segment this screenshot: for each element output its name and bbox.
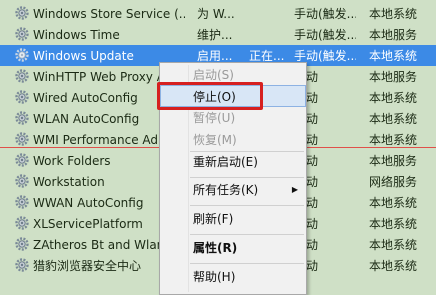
menu-item-label: 帮助(H) bbox=[193, 270, 236, 284]
service-logon-as: 网络服务 bbox=[369, 175, 418, 189]
service-startup-type: 手动(触发... bbox=[294, 28, 356, 42]
service-name: Windows Store Service (... bbox=[33, 7, 185, 21]
menu-item-label: 属性(R) bbox=[193, 241, 238, 255]
service-startup-type: 手动(触发... bbox=[294, 49, 356, 63]
service-logon-as: 本地系统 bbox=[369, 217, 418, 231]
annotation-highlight-box bbox=[157, 82, 263, 110]
menu-item-label: 恢复(M) bbox=[193, 133, 237, 147]
menu-separator bbox=[190, 263, 304, 264]
menu-separator bbox=[190, 234, 304, 235]
gear-icon bbox=[15, 27, 29, 41]
menu-separator bbox=[190, 205, 304, 206]
service-name: Windows Time bbox=[33, 28, 120, 42]
service-logon-as: 本地服务 bbox=[369, 28, 418, 42]
service-startup-type: 手动(触发... bbox=[294, 7, 356, 21]
service-description: 为 W... bbox=[197, 7, 235, 21]
service-logon-as: 本地系统 bbox=[369, 196, 418, 210]
service-description: 启用... bbox=[197, 49, 233, 63]
service-name: Windows Update bbox=[33, 49, 134, 63]
gear-icon bbox=[15, 174, 29, 188]
menu-item-label: 所有任务(K) bbox=[193, 183, 259, 197]
service-logon-as: 本地系统 bbox=[369, 133, 418, 147]
gear-icon bbox=[15, 111, 29, 125]
service-logon-as: 本地服务 bbox=[369, 154, 418, 168]
menu-item-all-tasks[interactable]: 所有任务(K) ▶ bbox=[160, 179, 306, 201]
service-logon-as: 本地系统 bbox=[369, 259, 418, 273]
service-logon-as: 本地系统 bbox=[369, 7, 418, 21]
submenu-arrow-icon: ▶ bbox=[291, 185, 298, 194]
gear-icon bbox=[15, 237, 29, 251]
service-row[interactable]: Windows Time 维护... 手动(触发... 本地服务 bbox=[0, 24, 436, 45]
gear-icon bbox=[15, 6, 29, 20]
service-logon-as: 本地系统 bbox=[369, 238, 418, 252]
menu-item-properties[interactable]: 属性(R) bbox=[160, 237, 306, 259]
service-logon-as: 本地系统 bbox=[369, 91, 418, 105]
gear-icon bbox=[15, 69, 29, 83]
service-row[interactable]: Windows Store Service (... 为 W... 手动(触发.… bbox=[0, 3, 436, 24]
menu-item-help[interactable]: 帮助(H) bbox=[160, 266, 306, 288]
service-logon-as: 本地服务 bbox=[369, 70, 418, 84]
menu-item-resume[interactable]: 恢复(M) bbox=[160, 129, 306, 151]
gear-icon bbox=[15, 132, 29, 146]
menu-item-refresh[interactable]: 刷新(F) bbox=[160, 208, 306, 230]
service-logon-as: 本地系统 bbox=[369, 49, 418, 63]
menu-item-label: 重新启动(E) bbox=[193, 155, 258, 169]
gear-icon bbox=[15, 90, 29, 104]
service-status: 正在... bbox=[249, 49, 285, 63]
menu-separator bbox=[190, 177, 304, 178]
gear-icon bbox=[15, 258, 29, 272]
menu-item-pause[interactable]: 暂停(U) bbox=[160, 107, 306, 129]
gear-icon bbox=[15, 195, 29, 209]
menu-item-restart[interactable]: 重新启动(E) bbox=[160, 151, 306, 173]
service-logon-as: 本地系统 bbox=[369, 112, 418, 126]
gear-icon bbox=[15, 153, 29, 167]
menu-item-label: 刷新(F) bbox=[193, 212, 234, 226]
service-description: 维护... bbox=[197, 28, 233, 42]
menu-item-label: 暂停(U) bbox=[193, 111, 236, 125]
gear-icon bbox=[15, 48, 29, 62]
gear-icon bbox=[15, 216, 29, 230]
